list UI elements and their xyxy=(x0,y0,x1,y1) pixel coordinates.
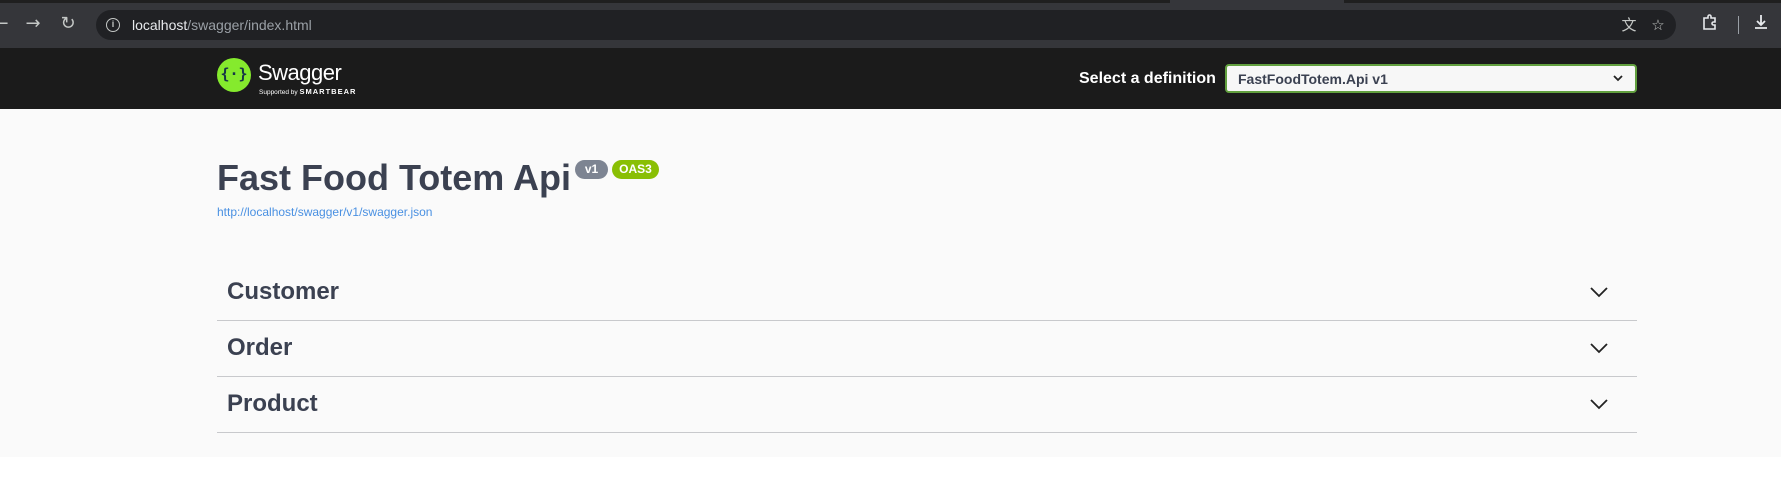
swagger-logo[interactable]: {·} Swagger Supported by SMARTBEAR xyxy=(217,58,367,100)
url-host: localhost xyxy=(132,17,188,33)
tag-section-order[interactable]: Order xyxy=(217,321,1637,377)
spec-url-link[interactable]: http://localhost/swagger/v1/swagger.json xyxy=(217,205,432,219)
chevron-down-icon[interactable] xyxy=(1590,398,1608,410)
tag-name: Product xyxy=(227,390,318,417)
site-info-icon[interactable]: i xyxy=(106,18,120,32)
tag-name: Order xyxy=(227,334,293,361)
swagger-topbar: {·} Swagger Supported by SMARTBEAR Selec… xyxy=(0,48,1781,109)
extensions-icon[interactable] xyxy=(1699,13,1721,35)
address-bar[interactable]: i localhost/swagger/index.html 文 ☆ xyxy=(96,10,1676,40)
api-title: Fast Food Totem Api xyxy=(217,157,571,198)
url-text[interactable]: localhost/swagger/index.html xyxy=(132,17,312,33)
back-icon[interactable]: ← xyxy=(0,13,12,35)
bookmark-star-icon[interactable]: ☆ xyxy=(1648,15,1668,35)
chevron-down-icon[interactable] xyxy=(1590,286,1608,298)
tag-name: Customer xyxy=(227,278,340,305)
downloads-icon[interactable] xyxy=(1750,13,1772,35)
url-path: /swagger/index.html xyxy=(187,17,312,33)
tag-section-product[interactable]: Product xyxy=(217,377,1637,433)
browser-toolbar: ← → ↻ i localhost/swagger/index.html 文 ☆ xyxy=(0,0,1781,48)
swagger-logo-subtitle: Supported by SMARTBEAR xyxy=(259,87,356,96)
toolbar-divider xyxy=(1738,16,1739,34)
swagger-logo-icon: {·} xyxy=(217,58,251,92)
tab-strip xyxy=(0,0,1170,3)
tab-strip xyxy=(1344,0,1781,3)
forward-icon[interactable]: → xyxy=(22,13,44,35)
reload-icon[interactable]: ↻ xyxy=(57,13,79,35)
logo-sub-prefix: Supported by xyxy=(259,89,298,96)
tag-section-customer[interactable]: Customer xyxy=(217,265,1637,321)
chevron-down-icon[interactable] xyxy=(1590,342,1608,354)
swagger-logo-text: Swagger xyxy=(258,60,342,85)
version-badge: v1 xyxy=(575,160,608,179)
logo-sub-company: SMARTBEAR xyxy=(299,87,357,96)
definition-select[interactable]: FastFoodTotem.Api v1 xyxy=(1225,64,1637,93)
chevron-down-icon xyxy=(1613,75,1623,82)
swagger-main: Fast Food Totem Api v1 OAS3 http://local… xyxy=(0,109,1781,457)
definition-select-value: FastFoodTotem.Api v1 xyxy=(1238,71,1388,87)
translate-icon[interactable]: 文 xyxy=(1619,15,1639,35)
select-definition-label: Select a definition xyxy=(1079,70,1216,87)
oas-badge: OAS3 xyxy=(612,160,659,179)
